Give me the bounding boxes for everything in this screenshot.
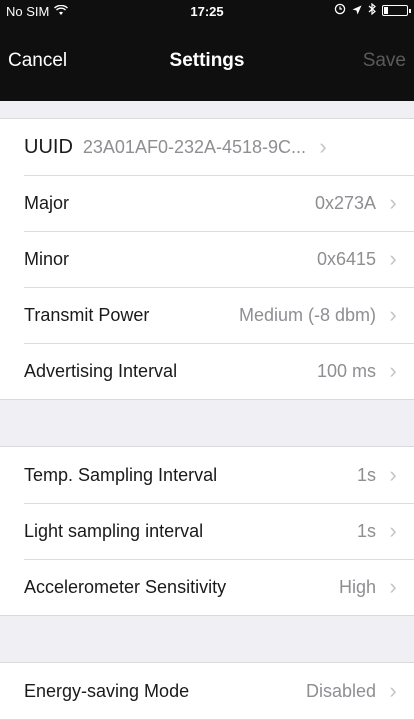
chevron-right-icon: › <box>389 190 397 215</box>
settings-row-temp-sampling[interactable]: Temp. Sampling Interval 1s › <box>0 447 414 503</box>
row-value: 1s <box>356 464 376 485</box>
chevron-right-icon: › <box>389 246 397 271</box>
settings-row-energy-saving[interactable]: Energy-saving Mode Disabled › <box>0 663 414 719</box>
row-value: High <box>338 576 376 597</box>
chevron-right-icon: › <box>389 302 397 327</box>
row-label: Accelerometer Sensitivity <box>24 576 227 597</box>
row-value: Medium (-8 dbm) <box>238 304 376 325</box>
chevron-right-icon: › <box>389 574 397 599</box>
settings-row-advertising-interval[interactable]: Advertising Interval 100 ms › <box>0 343 414 399</box>
power-settings-group: Energy-saving Mode Disabled › <box>0 662 414 720</box>
status-right <box>334 2 411 18</box>
location-arrow-icon <box>352 3 362 18</box>
row-label: UUID <box>24 135 73 158</box>
row-label: Major <box>24 192 70 213</box>
row-label: Light sampling interval <box>24 520 204 541</box>
row-value: 1s <box>356 520 376 541</box>
section-spacer <box>0 400 414 446</box>
save-button[interactable]: Save <box>363 50 406 72</box>
battery-icon <box>382 5 411 16</box>
chevron-right-icon: › <box>389 358 397 383</box>
chevron-right-icon: › <box>389 462 397 487</box>
row-value: 0x273A <box>314 192 376 213</box>
section-spacer <box>0 616 414 662</box>
settings-row-uuid[interactable]: UUID 23A01AF0-232A-4518-9C... › <box>0 119 414 175</box>
row-value: Disabled <box>305 680 376 701</box>
row-label: Minor <box>24 248 70 269</box>
bluetooth-icon <box>368 2 376 18</box>
row-label: Energy-saving Mode <box>24 680 190 701</box>
status-bar: No SIM 17:25 <box>0 0 414 22</box>
beacon-settings-group: UUID 23A01AF0-232A-4518-9C... › Major 0x… <box>0 118 414 400</box>
settings-row-transmit-power[interactable]: Transmit Power Medium (-8 dbm) › <box>0 287 414 343</box>
page-title: Settings <box>169 50 245 71</box>
navigation-bar: Cancel Settings Save <box>0 44 414 84</box>
row-label: Advertising Interval <box>24 360 178 381</box>
row-label: Temp. Sampling Interval <box>24 464 218 485</box>
row-label: Transmit Power <box>24 304 150 325</box>
top-bar: No SIM 17:25 Cancel Settings Save <box>0 0 414 101</box>
chevron-right-icon: › <box>319 134 327 159</box>
row-value: 23A01AF0-232A-4518-9C... <box>82 136 307 157</box>
chevron-right-icon: › <box>389 678 397 703</box>
settings-row-light-sampling[interactable]: Light sampling interval 1s › <box>0 503 414 559</box>
chevron-right-icon: › <box>389 518 397 543</box>
section-spacer <box>0 101 414 118</box>
settings-row-minor[interactable]: Minor 0x6415 › <box>0 231 414 287</box>
settings-row-major[interactable]: Major 0x273A › <box>0 175 414 231</box>
row-value: 100 ms <box>316 360 376 381</box>
sensor-settings-group: Temp. Sampling Interval 1s › Light sampl… <box>0 446 414 616</box>
settings-row-accelerometer-sensitivity[interactable]: Accelerometer Sensitivity High › <box>0 559 414 615</box>
alarm-icon <box>334 3 346 18</box>
row-value: 0x6415 <box>316 248 376 269</box>
